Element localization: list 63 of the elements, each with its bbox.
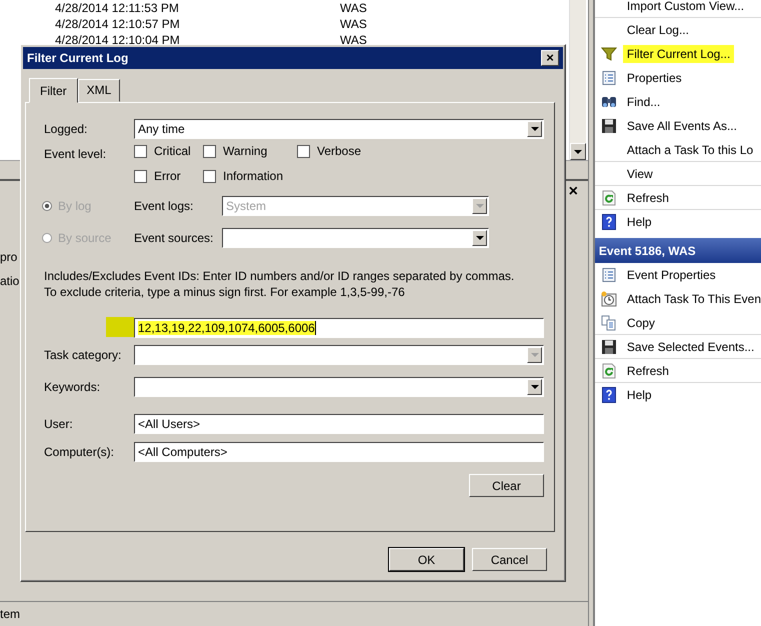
field-label: Task category: [44, 347, 122, 362]
field-label: User: [44, 416, 74, 431]
properties-icon [600, 70, 617, 86]
detail-text: pro [0, 249, 18, 266]
action-item[interactable]: Help [594, 210, 761, 234]
computer-field[interactable]: <All Computers> [134, 442, 544, 462]
action-item[interactable]: Refresh [594, 359, 761, 383]
field-label: Keywords: [44, 379, 102, 394]
action-item[interactable]: Save All Events As... [594, 114, 761, 138]
action-item[interactable]: Copy [594, 311, 761, 335]
keywords-dropdown[interactable] [134, 377, 544, 397]
refresh-icon [600, 190, 617, 206]
field-label: Event level: [44, 146, 108, 161]
level-checkbox[interactable]: Information [203, 169, 297, 183]
section-header: Event 5186, WAS [594, 238, 761, 263]
level-checkbox[interactable]: Error [134, 169, 203, 183]
clear-button[interactable]: Clear [469, 474, 544, 497]
clock-icon [600, 291, 617, 307]
help-icon [600, 214, 617, 230]
date-cell-text: 4/28/2014 12:10:57 PM [55, 17, 181, 31]
action-item[interactable]: View [594, 162, 761, 186]
filter-icon [600, 46, 617, 62]
action-item[interactable]: Event Properties [594, 263, 761, 287]
status-text: tem [0, 607, 20, 621]
source-cell: WAS [340, 33, 367, 47]
help-text: Includes/Excludes Event IDs: Enter ID numbers and/or ID ranges separated by commas. To exclude criteria, type a minus sign first. For example 1,3,5-99,-76 [44, 268, 516, 300]
date-cell-text: 4/28/2014 12:11:53 PM [55, 1, 180, 15]
field-label: Event sources: [134, 231, 214, 245]
source-cell: WAS [340, 17, 367, 31]
action-item[interactable]: Import Custom View... [594, 0, 761, 18]
level-checkbox[interactable]: Warning [203, 144, 297, 158]
action-item[interactable]: Find... [594, 90, 761, 114]
field-label: Logged: [44, 121, 88, 136]
window-title: Filter Current Log [27, 51, 128, 65]
binoculars-icon [600, 94, 617, 110]
close-button[interactable]: × [541, 50, 559, 66]
field-label: Computer(s): [44, 444, 116, 459]
action-item[interactable]: Properties [594, 66, 761, 90]
logged-dropdown[interactable]: Any time [134, 119, 544, 139]
action-item[interactable]: Attach a Task To this Lo [594, 138, 761, 162]
field-label: Event logs: [134, 199, 194, 213]
tab[interactable]: Filter [29, 78, 78, 103]
action-item[interactable]: Attach Task To This Even [594, 287, 761, 311]
properties-icon [600, 267, 617, 283]
copy-icon [600, 314, 617, 330]
scroll-down-icon[interactable] [570, 143, 586, 160]
action-item[interactable]: Clear Log... [594, 18, 761, 42]
source-cell: WAS [340, 1, 367, 15]
action-item[interactable]: Help [594, 383, 761, 407]
refresh-icon [600, 362, 617, 378]
help-icon [600, 387, 617, 403]
tab[interactable]: XML [78, 79, 120, 102]
action-item[interactable]: Save Selected Events... [594, 335, 761, 359]
level-checkbox[interactable]: Critical [134, 144, 203, 158]
user-field[interactable]: <All Users> [134, 414, 544, 434]
action-item[interactable]: Refresh [594, 186, 761, 210]
ok-button[interactable]: OK [389, 548, 464, 571]
cancel-button[interactable]: Cancel [472, 548, 547, 571]
event-ids-field[interactable]: 12,13,19,22,109,1074,6005,6006 [134, 318, 544, 338]
close-button[interactable]: × [568, 183, 578, 201]
date-cell-text: 4/28/2014 12:10:04 PM [55, 33, 181, 47]
level-checkbox[interactable]: Verbose [297, 144, 362, 158]
detail-text: atio [0, 273, 20, 290]
